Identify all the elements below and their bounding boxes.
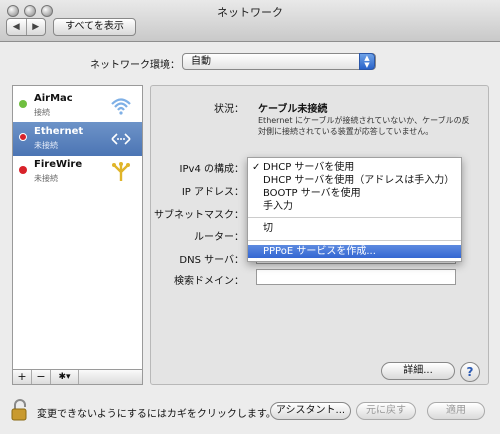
service-status: 未接続 bbox=[34, 174, 58, 183]
menu-item-bootp[interactable]: BOOTP サーバを使用 bbox=[248, 187, 461, 200]
status-value: ケーブル未接続 bbox=[258, 104, 328, 115]
location-select[interactable]: 自動 ▲ ▼ bbox=[182, 53, 376, 70]
menu-item-manual[interactable]: 手入力 bbox=[248, 200, 461, 213]
ipv4-config-menu[interactable]: ✓ DHCP サーバを使用 DHCP サーバを使用（アドレスは手入力） BOOT… bbox=[247, 157, 462, 262]
advanced-button[interactable]: 詳細... bbox=[381, 362, 455, 380]
lock-icon[interactable] bbox=[11, 399, 29, 421]
status-dot-icon bbox=[19, 133, 27, 141]
location-value: 自動 bbox=[191, 56, 211, 67]
status-description-line2: 対側に接続されている装置が応答していません。 bbox=[258, 127, 434, 136]
search-domain-field[interactable] bbox=[256, 269, 456, 285]
service-item-firewire[interactable]: FireWire 未接続 bbox=[13, 155, 142, 189]
menu-item-create-pppoe[interactable]: PPPoE サービスを作成... bbox=[248, 245, 461, 258]
remove-service-button[interactable]: − bbox=[32, 370, 51, 384]
help-button[interactable]: ? bbox=[460, 362, 480, 382]
service-list[interactable]: AirMac 接続 Ethernet 未接続 FireWire 未接続 bbox=[12, 85, 143, 370]
status-label: 状況： bbox=[214, 104, 244, 115]
revert-button[interactable]: 元に戻す bbox=[356, 402, 416, 420]
subnet-mask-label: サブネットマスク： bbox=[154, 210, 244, 221]
lock-hint-text: 変更できないようにするにはカギをクリックします。 bbox=[37, 409, 276, 420]
show-all-button[interactable]: すべてを表示 bbox=[53, 18, 136, 36]
service-item-ethernet[interactable]: Ethernet 未接続 bbox=[13, 122, 142, 156]
back-icon[interactable]: ◀ bbox=[7, 19, 26, 35]
apply-button[interactable]: 適用 bbox=[427, 402, 485, 420]
service-name: Ethernet bbox=[34, 126, 84, 137]
status-dot-icon bbox=[19, 166, 27, 174]
service-name: AirMac bbox=[34, 93, 73, 104]
ipv4-label: IPv4 の構成： bbox=[179, 164, 244, 175]
menu-item-off[interactable]: 切 bbox=[248, 222, 461, 235]
menu-separator bbox=[248, 217, 461, 218]
window-titlebar: ネットワーク ◀ ▶ すべてを表示 bbox=[0, 0, 500, 42]
service-status: 接続 bbox=[34, 108, 50, 117]
menu-separator bbox=[248, 240, 461, 241]
location-label: ネットワーク環境： bbox=[90, 60, 180, 71]
service-name: FireWire bbox=[34, 159, 83, 170]
gear-icon[interactable]: ✱▾ bbox=[51, 370, 79, 384]
ip-address-label: IP アドレス： bbox=[181, 187, 244, 198]
firewire-icon bbox=[112, 162, 130, 181]
checkmark-icon: ✓ bbox=[252, 162, 261, 173]
service-status: 未接続 bbox=[34, 141, 58, 150]
wifi-icon bbox=[111, 98, 131, 115]
service-item-airmac[interactable]: AirMac 接続 bbox=[13, 89, 142, 123]
status-dot-icon bbox=[19, 100, 27, 108]
service-list-toolbar: + − ✱▾ bbox=[12, 369, 143, 385]
forward-icon[interactable]: ▶ bbox=[25, 19, 46, 35]
add-service-button[interactable]: + bbox=[13, 370, 32, 384]
search-domain-label: 検索ドメイン： bbox=[174, 276, 244, 287]
ethernet-icon bbox=[111, 133, 131, 145]
menu-item-dhcp-manual[interactable]: DHCP サーバを使用（アドレスは手入力） bbox=[248, 174, 461, 187]
router-label: ルーター： bbox=[194, 232, 244, 243]
popup-arrows-icon: ▲ ▼ bbox=[359, 53, 375, 70]
menu-item-dhcp[interactable]: ✓ DHCP サーバを使用 bbox=[248, 161, 461, 174]
nav-segment: ◀ ▶ bbox=[6, 18, 46, 36]
assistant-button[interactable]: アシスタント... bbox=[270, 402, 351, 420]
dns-label: DNS サーバ： bbox=[179, 255, 244, 266]
status-description-line1: Ethernet にケーブルが接続されていないか、ケーブルの反 bbox=[258, 116, 470, 125]
